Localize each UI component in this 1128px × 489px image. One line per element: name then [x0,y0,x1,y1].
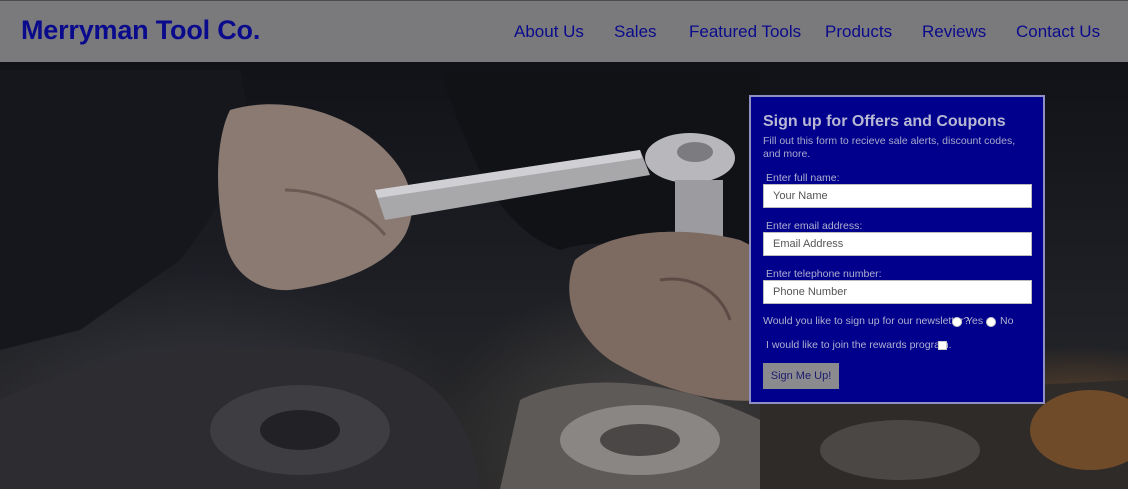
name-label: Enter full name: [766,172,840,184]
signup-title: Sign up for Offers and Coupons [763,113,1006,130]
phone-input[interactable] [763,280,1032,304]
newsletter-yes-radio[interactable] [952,317,962,327]
name-input[interactable] [763,184,1032,208]
email-label: Enter email address: [766,220,863,232]
nav-products[interactable]: Products [825,22,892,42]
newsletter-no-radio[interactable] [986,317,996,327]
sign-me-up-button[interactable]: Sign Me Up! [763,363,839,389]
newsletter-no-label: No [1000,315,1014,327]
rewards-checkbox[interactable] [938,341,947,350]
nav-featured-tools[interactable]: Featured Tools [689,22,801,42]
nav-sales[interactable]: Sales [614,22,657,42]
newsletter-yes-label: Yes [966,315,984,327]
rewards-label: I would like to join the rewards program… [766,339,952,351]
phone-label: Enter telephone number: [766,268,882,280]
signup-description: Fill out this form to recieve sale alert… [763,135,1016,160]
email-input[interactable] [763,232,1032,256]
nav-contact-us[interactable]: Contact Us [1016,22,1100,42]
top-navigation-bar: Merryman Tool Co. About Us Sales Feature… [0,0,1128,62]
nav-reviews[interactable]: Reviews [922,22,986,42]
signup-form: Sign up for Offers and Coupons Fill out … [749,95,1045,404]
main-nav: About Us Sales Featured Tools Products R… [0,22,1128,46]
nav-about-us[interactable]: About Us [514,22,584,42]
newsletter-question: Would you like to sign up for our newsle… [763,315,970,327]
